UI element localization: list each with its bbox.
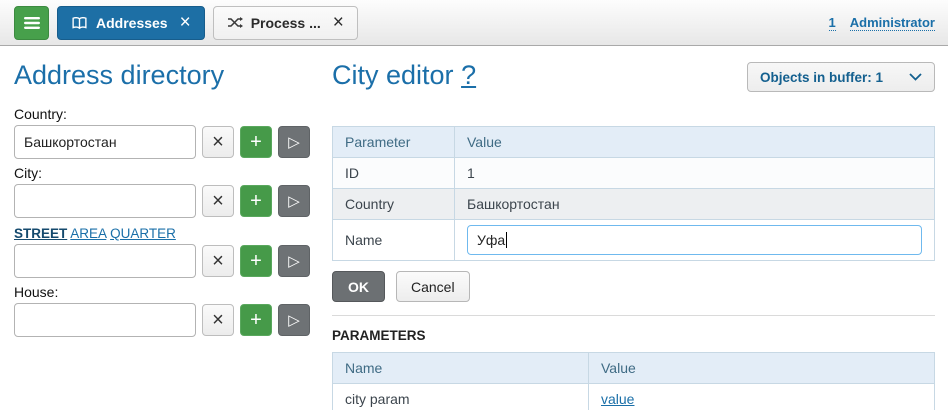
table-row-id: ID 1 <box>333 158 935 189</box>
topbar-user-area: 1 Administrator <box>829 15 935 31</box>
parameters-table: Name Value city param value <box>332 352 935 410</box>
notification-count-link[interactable]: 1 <box>829 15 836 31</box>
street-input[interactable] <box>14 244 196 278</box>
street-type-links: STREET AREA QUARTER <box>14 226 318 241</box>
street-link[interactable]: STREET <box>14 226 67 241</box>
shuffle-icon <box>227 16 243 29</box>
table-row-name: Name Уфа <box>333 220 935 261</box>
country-label: Country: <box>14 106 318 122</box>
city-editor-title: City editor ? <box>332 60 476 90</box>
tab-close-icon[interactable]: × <box>333 13 344 32</box>
tab-label: Addresses <box>96 15 168 31</box>
house-clear-button[interactable]: × <box>202 304 234 336</box>
tab-process[interactable]: Process ... × <box>213 6 358 40</box>
country-input[interactable] <box>14 125 196 159</box>
street-add-button[interactable]: + <box>240 245 272 277</box>
street-apply-button[interactable]: ▷ <box>278 245 310 277</box>
table-row-country: Country Башкортостан <box>333 189 935 220</box>
city-input[interactable] <box>14 184 196 218</box>
house-input[interactable] <box>14 303 196 337</box>
tab-addresses[interactable]: Addresses × <box>57 6 205 40</box>
table-header-row: Name Value <box>333 353 935 384</box>
chevron-down-icon <box>909 73 922 81</box>
param-cell: Name <box>333 220 455 261</box>
street-field-row: × + ▷ <box>14 244 318 278</box>
plus-icon: + <box>250 190 262 213</box>
city-clear-button[interactable]: × <box>202 185 234 217</box>
editor-button-bar: OK Cancel <box>332 271 935 302</box>
play-icon: ▷ <box>288 252 300 270</box>
city-editor-title-text: City editor <box>332 60 454 90</box>
clear-icon: × <box>212 250 224 273</box>
country-add-button[interactable]: + <box>240 126 272 158</box>
value-column-header: Value <box>455 127 935 158</box>
help-link[interactable]: ? <box>461 60 476 90</box>
address-directory-panel: Address directory Country: × + ▷ City: ×… <box>14 60 318 410</box>
table-row-city-param: city param value <box>333 384 935 410</box>
table-header-row: Parameter Value <box>333 127 935 158</box>
user-link[interactable]: Administrator <box>850 15 935 31</box>
plus-icon: + <box>250 309 262 332</box>
quarter-link[interactable]: QUARTER <box>110 226 176 241</box>
book-icon <box>71 16 88 30</box>
clear-icon: × <box>212 131 224 154</box>
country-field-row: × + ▷ <box>14 125 318 159</box>
param-cell: ID <box>333 158 455 189</box>
house-apply-button[interactable]: ▷ <box>278 304 310 336</box>
house-field-row: × + ▷ <box>14 303 318 337</box>
city-field-row: × + ▷ <box>14 184 318 218</box>
parameters-section-title: PARAMETERS <box>332 328 935 343</box>
ok-button[interactable]: OK <box>332 271 385 302</box>
city-editor-panel: City editor ? Objects in buffer: 1 Param… <box>332 60 935 410</box>
house-label: House: <box>14 284 318 300</box>
parameter-column-header: Parameter <box>333 127 455 158</box>
house-add-button[interactable]: + <box>240 304 272 336</box>
objects-in-buffer-dropdown[interactable]: Objects in buffer: 1 <box>747 62 935 92</box>
address-directory-title: Address directory <box>14 60 318 90</box>
name-input-value: Уфа <box>477 232 505 248</box>
play-icon: ▷ <box>288 133 300 151</box>
value-cell: Башкортостан <box>455 189 935 220</box>
play-icon: ▷ <box>288 192 300 210</box>
hamburger-icon <box>23 16 41 30</box>
country-apply-button[interactable]: ▷ <box>278 126 310 158</box>
city-editor-header: City editor ? Objects in buffer: 1 <box>332 60 935 106</box>
name-column-header: Name <box>333 353 589 384</box>
main-content: Address directory Country: × + ▷ City: ×… <box>0 46 948 410</box>
city-apply-button[interactable]: ▷ <box>278 185 310 217</box>
value-cell: Уфа <box>455 220 935 261</box>
top-bar: Addresses × Process ... × 1 Administrato… <box>0 0 948 46</box>
cancel-button[interactable]: Cancel <box>396 271 470 302</box>
plus-icon: + <box>250 131 262 154</box>
tab-label: Process ... <box>251 15 321 31</box>
param-name-cell: city param <box>333 384 589 410</box>
value-cell: 1 <box>455 158 935 189</box>
clear-icon: × <box>212 190 224 213</box>
country-clear-button[interactable]: × <box>202 126 234 158</box>
city-editor-table: Parameter Value ID 1 Country Башкортоста… <box>332 126 935 261</box>
param-cell: Country <box>333 189 455 220</box>
tab-close-icon[interactable]: × <box>180 13 191 32</box>
buffer-dropdown-label: Objects in buffer: 1 <box>760 70 883 85</box>
area-link[interactable]: AREA <box>70 226 106 241</box>
plus-icon: + <box>250 250 262 273</box>
city-label: City: <box>14 165 318 181</box>
clear-icon: × <box>212 309 224 332</box>
section-divider <box>332 315 935 316</box>
text-cursor <box>506 232 507 248</box>
street-clear-button[interactable]: × <box>202 245 234 277</box>
name-input[interactable]: Уфа <box>467 225 922 255</box>
menu-button[interactable] <box>14 6 49 40</box>
play-icon: ▷ <box>288 311 300 329</box>
city-add-button[interactable]: + <box>240 185 272 217</box>
param-value-cell: value <box>589 384 935 410</box>
param-value-link[interactable]: value <box>601 391 634 407</box>
value-column-header: Value <box>589 353 935 384</box>
